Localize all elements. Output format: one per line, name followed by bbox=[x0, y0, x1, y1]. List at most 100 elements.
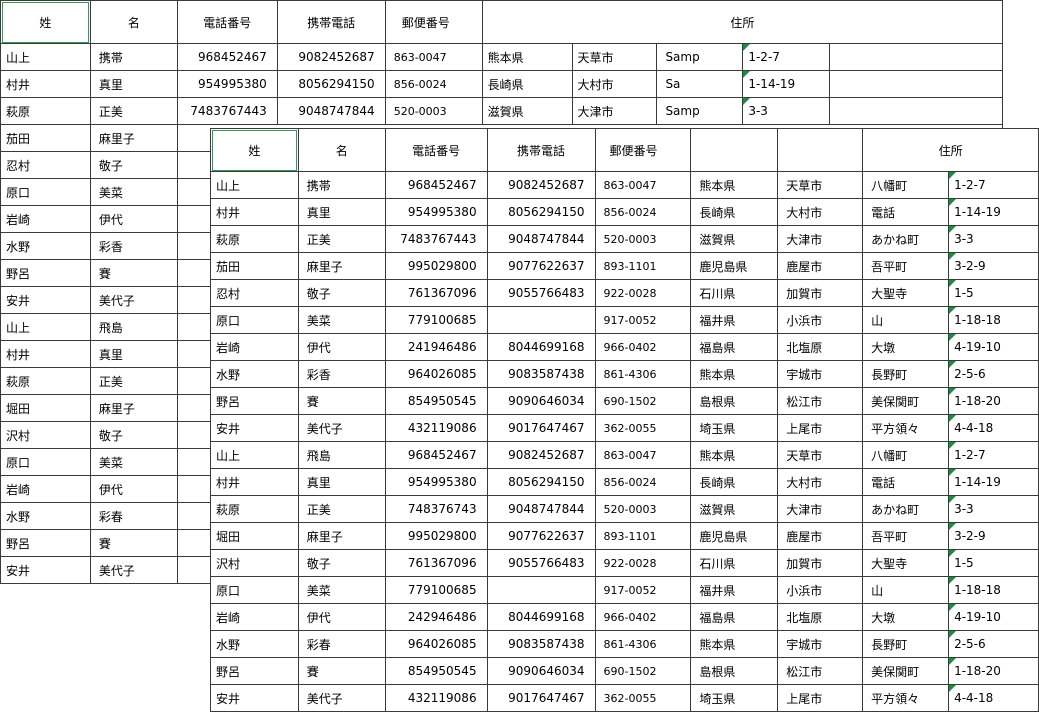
col-header-phone[interactable]: 電話番号 bbox=[176, 0, 278, 44]
mobile-cell[interactable]: 8044699168 bbox=[486, 603, 596, 631]
phone-cell[interactable]: 995029800 bbox=[384, 522, 488, 550]
last-name-cell[interactable]: 岩崎 bbox=[0, 205, 91, 233]
col-header-first-name[interactable]: 名 bbox=[297, 128, 386, 172]
address-number-cell[interactable]: 1-18-20 bbox=[948, 387, 1039, 415]
zip-cell[interactable]: 856-0024 bbox=[384, 70, 483, 98]
address-number-cell[interactable]: 2-5-6 bbox=[948, 630, 1039, 658]
town-cell[interactable]: 大聖寺 bbox=[862, 549, 950, 577]
address-number-cell[interactable]: 1-18-20 bbox=[948, 657, 1039, 685]
prefecture-cell[interactable]: 福島県 bbox=[690, 333, 779, 361]
zip-cell[interactable]: 861-4306 bbox=[594, 360, 692, 388]
city-cell[interactable]: 天草市 bbox=[777, 171, 864, 199]
last-name-cell[interactable]: 原口 bbox=[210, 576, 299, 604]
address-number-cell[interactable]: 3-3 bbox=[948, 495, 1039, 523]
mobile-cell[interactable]: 9055766483 bbox=[486, 549, 596, 577]
zip-cell[interactable]: 856-0024 bbox=[594, 468, 692, 496]
phone-cell[interactable]: 954995380 bbox=[384, 198, 488, 226]
last-name-cell[interactable]: 安井 bbox=[0, 286, 91, 314]
address-number-cell[interactable]: 4-4-18 bbox=[948, 414, 1039, 442]
last-name-cell[interactable]: 沢村 bbox=[210, 549, 299, 577]
col-header-zip[interactable]: 郵便番号 bbox=[594, 128, 692, 172]
first-name-cell[interactable]: 美代子 bbox=[297, 414, 386, 442]
col-header-address[interactable]: 住所 bbox=[862, 128, 1039, 172]
zip-cell[interactable]: 966-0402 bbox=[594, 333, 692, 361]
city-cell[interactable]: 大津市 bbox=[777, 495, 864, 523]
phone-cell[interactable]: 432119086 bbox=[384, 684, 488, 712]
phone-cell[interactable]: 241946486 bbox=[384, 333, 488, 361]
phone-cell[interactable]: 432119086 bbox=[384, 414, 488, 442]
first-name-cell[interactable]: 携帯 bbox=[297, 171, 386, 199]
phone-cell[interactable]: 995029800 bbox=[384, 252, 488, 280]
last-name-cell[interactable]: 村井 bbox=[210, 468, 299, 496]
address-number-cell[interactable]: 1-2-7 bbox=[948, 441, 1039, 469]
first-name-cell[interactable]: 麻里子 bbox=[89, 394, 178, 422]
town-cell[interactable]: 平方領々 bbox=[862, 414, 950, 442]
first-name-cell[interactable]: 真里 bbox=[297, 198, 386, 226]
prefecture-cell[interactable]: 長崎県 bbox=[481, 70, 573, 98]
town-cell[interactable]: 電話 bbox=[862, 198, 950, 226]
city-cell[interactable]: 鹿屋市 bbox=[777, 522, 864, 550]
first-name-cell[interactable]: 美代子 bbox=[297, 684, 386, 712]
zip-cell[interactable]: 690-1502 bbox=[594, 387, 692, 415]
zip-cell[interactable]: 863-0047 bbox=[594, 171, 692, 199]
first-name-cell[interactable]: 伊代 bbox=[297, 603, 386, 631]
prefecture-cell[interactable]: 埼玉県 bbox=[690, 414, 779, 442]
address-number-cell[interactable]: 1-2-7 bbox=[742, 43, 831, 71]
mobile-cell[interactable]: 8056294150 bbox=[276, 70, 386, 98]
zip-cell[interactable]: 520-0003 bbox=[594, 225, 692, 253]
town-cell[interactable]: 山 bbox=[862, 576, 950, 604]
address-number-cell[interactable]: 4-19-10 bbox=[948, 333, 1039, 361]
town-cell[interactable]: Sa bbox=[656, 70, 744, 98]
town-cell[interactable]: 八幡町 bbox=[862, 441, 950, 469]
zip-cell[interactable]: 362-0055 bbox=[594, 684, 692, 712]
town-cell[interactable]: 大墩 bbox=[862, 603, 950, 631]
first-name-cell[interactable]: 賽 bbox=[297, 387, 386, 415]
mobile-cell[interactable]: 9017647467 bbox=[486, 414, 596, 442]
mobile-cell[interactable]: 9055766483 bbox=[486, 279, 596, 307]
prefecture-cell[interactable]: 熊本県 bbox=[690, 441, 779, 469]
address-number-cell[interactable]: 3-3 bbox=[948, 225, 1039, 253]
prefecture-cell[interactable]: 石川県 bbox=[690, 279, 779, 307]
col-header-empty[interactable] bbox=[690, 128, 779, 172]
phone-cell[interactable]: 954995380 bbox=[176, 70, 278, 98]
prefecture-cell[interactable]: 島根県 bbox=[690, 657, 779, 685]
phone-cell[interactable]: 854950545 bbox=[384, 657, 488, 685]
last-name-cell[interactable]: 野呂 bbox=[0, 529, 91, 557]
last-name-cell[interactable]: 水野 bbox=[210, 360, 299, 388]
col-header-last-name[interactable]: 姓 bbox=[210, 128, 299, 172]
last-name-cell[interactable]: 茄田 bbox=[210, 252, 299, 280]
phone-cell[interactable]: 968452467 bbox=[384, 441, 488, 469]
city-cell[interactable]: 宇城市 bbox=[777, 360, 864, 388]
mobile-cell[interactable]: 9048747844 bbox=[486, 225, 596, 253]
last-name-cell[interactable]: 萩原 bbox=[210, 225, 299, 253]
first-name-cell[interactable]: 正美 bbox=[89, 97, 178, 125]
mobile-cell[interactable]: 9083587438 bbox=[486, 630, 596, 658]
last-name-cell[interactable]: 野呂 bbox=[0, 259, 91, 287]
city-cell[interactable]: 小浜市 bbox=[777, 576, 864, 604]
prefecture-cell[interactable]: 熊本県 bbox=[481, 43, 573, 71]
prefecture-cell[interactable]: 長崎県 bbox=[690, 198, 779, 226]
phone-cell[interactable]: 964026085 bbox=[384, 630, 488, 658]
mobile-cell[interactable]: 9083587438 bbox=[486, 360, 596, 388]
city-cell[interactable]: 松江市 bbox=[777, 387, 864, 415]
zip-cell[interactable]: 922-0028 bbox=[594, 279, 692, 307]
col-header-mobile[interactable]: 携帯電話 bbox=[486, 128, 596, 172]
first-name-cell[interactable]: 美代子 bbox=[89, 286, 178, 314]
first-name-cell[interactable]: 麻里子 bbox=[297, 522, 386, 550]
mobile-cell[interactable]: 8056294150 bbox=[486, 468, 596, 496]
mobile-cell[interactable]: 9082452687 bbox=[276, 43, 386, 71]
last-name-cell[interactable]: 山上 bbox=[0, 43, 91, 71]
first-name-cell[interactable]: 彩春 bbox=[89, 502, 178, 530]
mobile-cell[interactable]: 8044699168 bbox=[486, 333, 596, 361]
last-name-cell[interactable]: 水野 bbox=[0, 502, 91, 530]
first-name-cell[interactable]: 敬子 bbox=[297, 279, 386, 307]
empty-cell[interactable] bbox=[829, 43, 1003, 71]
town-cell[interactable]: 八幡町 bbox=[862, 171, 950, 199]
address-number-cell[interactable]: 1-14-19 bbox=[948, 198, 1039, 226]
last-name-cell[interactable]: 山上 bbox=[0, 313, 91, 341]
city-cell[interactable]: 加賀市 bbox=[777, 279, 864, 307]
mobile-cell[interactable]: 9082452687 bbox=[486, 441, 596, 469]
last-name-cell[interactable]: 水野 bbox=[0, 232, 91, 260]
first-name-cell[interactable]: 彩香 bbox=[297, 360, 386, 388]
address-number-cell[interactable]: 1-14-19 bbox=[948, 468, 1039, 496]
